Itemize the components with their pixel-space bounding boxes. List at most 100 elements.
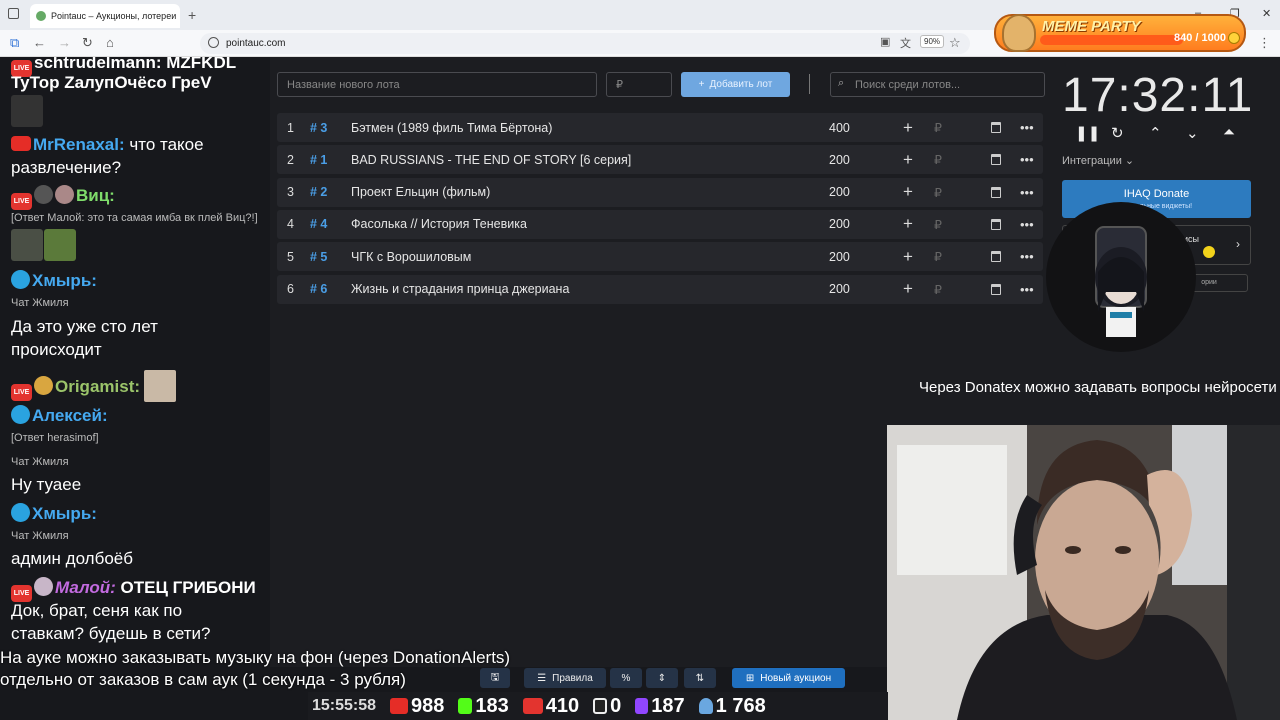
lot-amount[interactable]: 200: [829, 185, 850, 199]
integrations-dropdown[interactable]: Интеграции ⌄: [1062, 154, 1134, 167]
chevron-up-icon[interactable]: ⌃: [1149, 124, 1162, 142]
lot-index: 5: [287, 249, 294, 264]
chat-text: TyTop ZалупОчёсо ГреV: [11, 73, 212, 92]
lot-index: 6: [287, 282, 294, 296]
zoom-level[interactable]: 90%: [920, 35, 945, 48]
lot-row[interactable]: 1 # 3 Бэтмен (1989 филь Тима Бёртона) 400 + ₽…: [277, 113, 1043, 142]
browser-tab-active[interactable]: Pointauc – Аукционы, лотереи ✕: [30, 4, 180, 28]
address-bar[interactable]: pointauc.com: [200, 33, 970, 54]
add-lot-button[interactable]: + Добавить лот: [681, 72, 790, 97]
lot-row[interactable]: 4 # 4 Фасолька // История Теневика 200 + ₽ •••: [277, 209, 1043, 239]
kick-icon: [458, 697, 473, 714]
search-input[interactable]: ⌕ Поиск среди лотов...: [830, 72, 1045, 97]
new-auction-label: Новый аукцион: [760, 672, 832, 684]
new-tab-icon[interactable]: +: [188, 7, 196, 23]
amount-input[interactable]: ₽: [606, 72, 672, 97]
twitch-viewers: 187: [635, 695, 685, 718]
trash-icon[interactable]: [991, 251, 1001, 263]
lot-name[interactable]: Проект Ельцин (фильм): [351, 185, 490, 199]
reply-text: [Ответ herasimof]: [11, 432, 99, 444]
more-options-icon[interactable]: •••: [1020, 282, 1034, 297]
trash-icon[interactable]: [991, 154, 1001, 166]
close-window-icon[interactable]: ✕: [1262, 7, 1271, 20]
add-amount-icon[interactable]: +: [903, 118, 913, 138]
forward-icon[interactable]: →: [58, 35, 71, 50]
lot-row[interactable]: 6 # 6 Жизнь и страдания принца джериана 200…: [277, 274, 1043, 304]
integrations-label: Интеграции: [1062, 155, 1122, 167]
lot-row[interactable]: 2 # 1 BAD RUSSIANS - THE END OF STORY [6 с…: [277, 145, 1043, 175]
new-auction-icon: ⊞: [745, 672, 755, 684]
rules-button[interactable]: ☰ Правила: [524, 668, 606, 688]
plus-icon: +: [698, 79, 705, 90]
reader-icon[interactable]: ▣: [880, 35, 890, 48]
chevron-down-icon[interactable]: ⌄: [1186, 124, 1199, 142]
trash-icon[interactable]: [991, 283, 1001, 295]
lot-amount[interactable]: 200: [829, 250, 850, 264]
sort-icon[interactable]: ⇅: [684, 668, 716, 688]
sidebar-icon[interactable]: ⧉: [10, 35, 19, 51]
telegram-icon: [11, 503, 30, 522]
coin-icon: [1228, 32, 1240, 44]
trash-icon[interactable]: [991, 186, 1001, 198]
bookmark-star-icon[interactable]: ☆: [949, 35, 961, 51]
percent-icon[interactable]: %: [610, 668, 642, 688]
lot-amount[interactable]: 200: [829, 153, 850, 167]
lot-row[interactable]: 5 # 5 ЧГК с Ворошиловым 200 + ₽ •••: [277, 242, 1043, 272]
new-lot-input[interactable]: Название нового лота: [277, 72, 597, 97]
rutube-count: 0: [610, 694, 622, 717]
pause-icon[interactable]: ❚❚: [1075, 124, 1100, 142]
lot-row[interactable]: 3 # 2 Проект Ельцин (фильм) 200 + ₽ •••: [277, 177, 1043, 207]
add-amount-icon[interactable]: +: [903, 247, 913, 267]
tab-list-icon[interactable]: [8, 8, 19, 19]
chat-text: происходит: [11, 340, 102, 359]
add-amount-icon[interactable]: +: [903, 214, 913, 234]
reload-icon[interactable]: ↻: [82, 35, 93, 51]
chat-source: Чат Жмиля: [11, 297, 69, 309]
add-amount-icon[interactable]: +: [903, 150, 913, 170]
more-options-icon[interactable]: •••: [1020, 217, 1034, 232]
currency-label[interactable]: ₽: [934, 217, 942, 232]
home-icon[interactable]: ⌂: [106, 35, 114, 50]
rutube-viewers: 0: [593, 695, 621, 718]
double-chevron-up-icon[interactable]: ⏶: [1223, 124, 1235, 141]
lot-index: 1: [287, 120, 294, 135]
currency-label[interactable]: ₽: [934, 282, 942, 297]
add-amount-icon[interactable]: +: [903, 182, 913, 202]
chat-nick: Виц:: [76, 186, 115, 205]
lot-name[interactable]: Бэтмен (1989 филь Тима Бёртона): [351, 121, 552, 135]
lot-name[interactable]: Жизнь и страдания принца джериана: [351, 282, 569, 296]
restart-icon[interactable]: ↻: [1111, 124, 1124, 142]
new-auction-button[interactable]: ⊞ Новый аукцион: [732, 668, 845, 688]
emote-image: [11, 95, 43, 127]
trash-icon[interactable]: [991, 122, 1001, 133]
more-options-icon[interactable]: •••: [1020, 185, 1034, 200]
currency-label[interactable]: ₽: [934, 120, 942, 135]
menu-icon[interactable]: ⋮: [1258, 35, 1271, 51]
lot-amount[interactable]: 200: [829, 282, 850, 296]
more-options-icon[interactable]: •••: [1020, 120, 1034, 135]
meme-progress-bar: [1040, 35, 1183, 45]
add-amount-icon[interactable]: +: [903, 279, 913, 299]
save-icon[interactable]: 🖫: [480, 668, 510, 688]
lot-amount[interactable]: 200: [829, 217, 850, 231]
site-info-icon[interactable]: [208, 37, 219, 48]
trash-icon[interactable]: [991, 218, 1001, 230]
chat-message: LIVE Виц:: [11, 184, 115, 210]
lot-amount[interactable]: 400: [829, 121, 850, 135]
lot-name[interactable]: ЧГК с Ворошиловым: [351, 250, 471, 264]
vtuber-avatar: [1046, 202, 1196, 352]
chat-text: Ну туаее: [11, 475, 82, 494]
more-options-icon[interactable]: •••: [1020, 249, 1034, 264]
translate-icon[interactable]: 文: [900, 35, 911, 51]
youtube-viewers: 988: [390, 695, 444, 718]
lot-name[interactable]: Фасолька // История Теневика: [351, 217, 527, 231]
currency-label[interactable]: ₽: [934, 249, 942, 264]
lot-name[interactable]: BAD RUSSIANS - THE END OF STORY [6 серия…: [351, 153, 631, 167]
more-options-icon[interactable]: •••: [1020, 152, 1034, 167]
lot-id: # 3: [310, 120, 328, 135]
doge-icon: [1002, 14, 1036, 52]
split-icon[interactable]: ⇕: [646, 668, 678, 688]
currency-label[interactable]: ₽: [934, 185, 942, 200]
back-icon[interactable]: ←: [33, 35, 46, 50]
currency-label[interactable]: ₽: [934, 152, 942, 167]
